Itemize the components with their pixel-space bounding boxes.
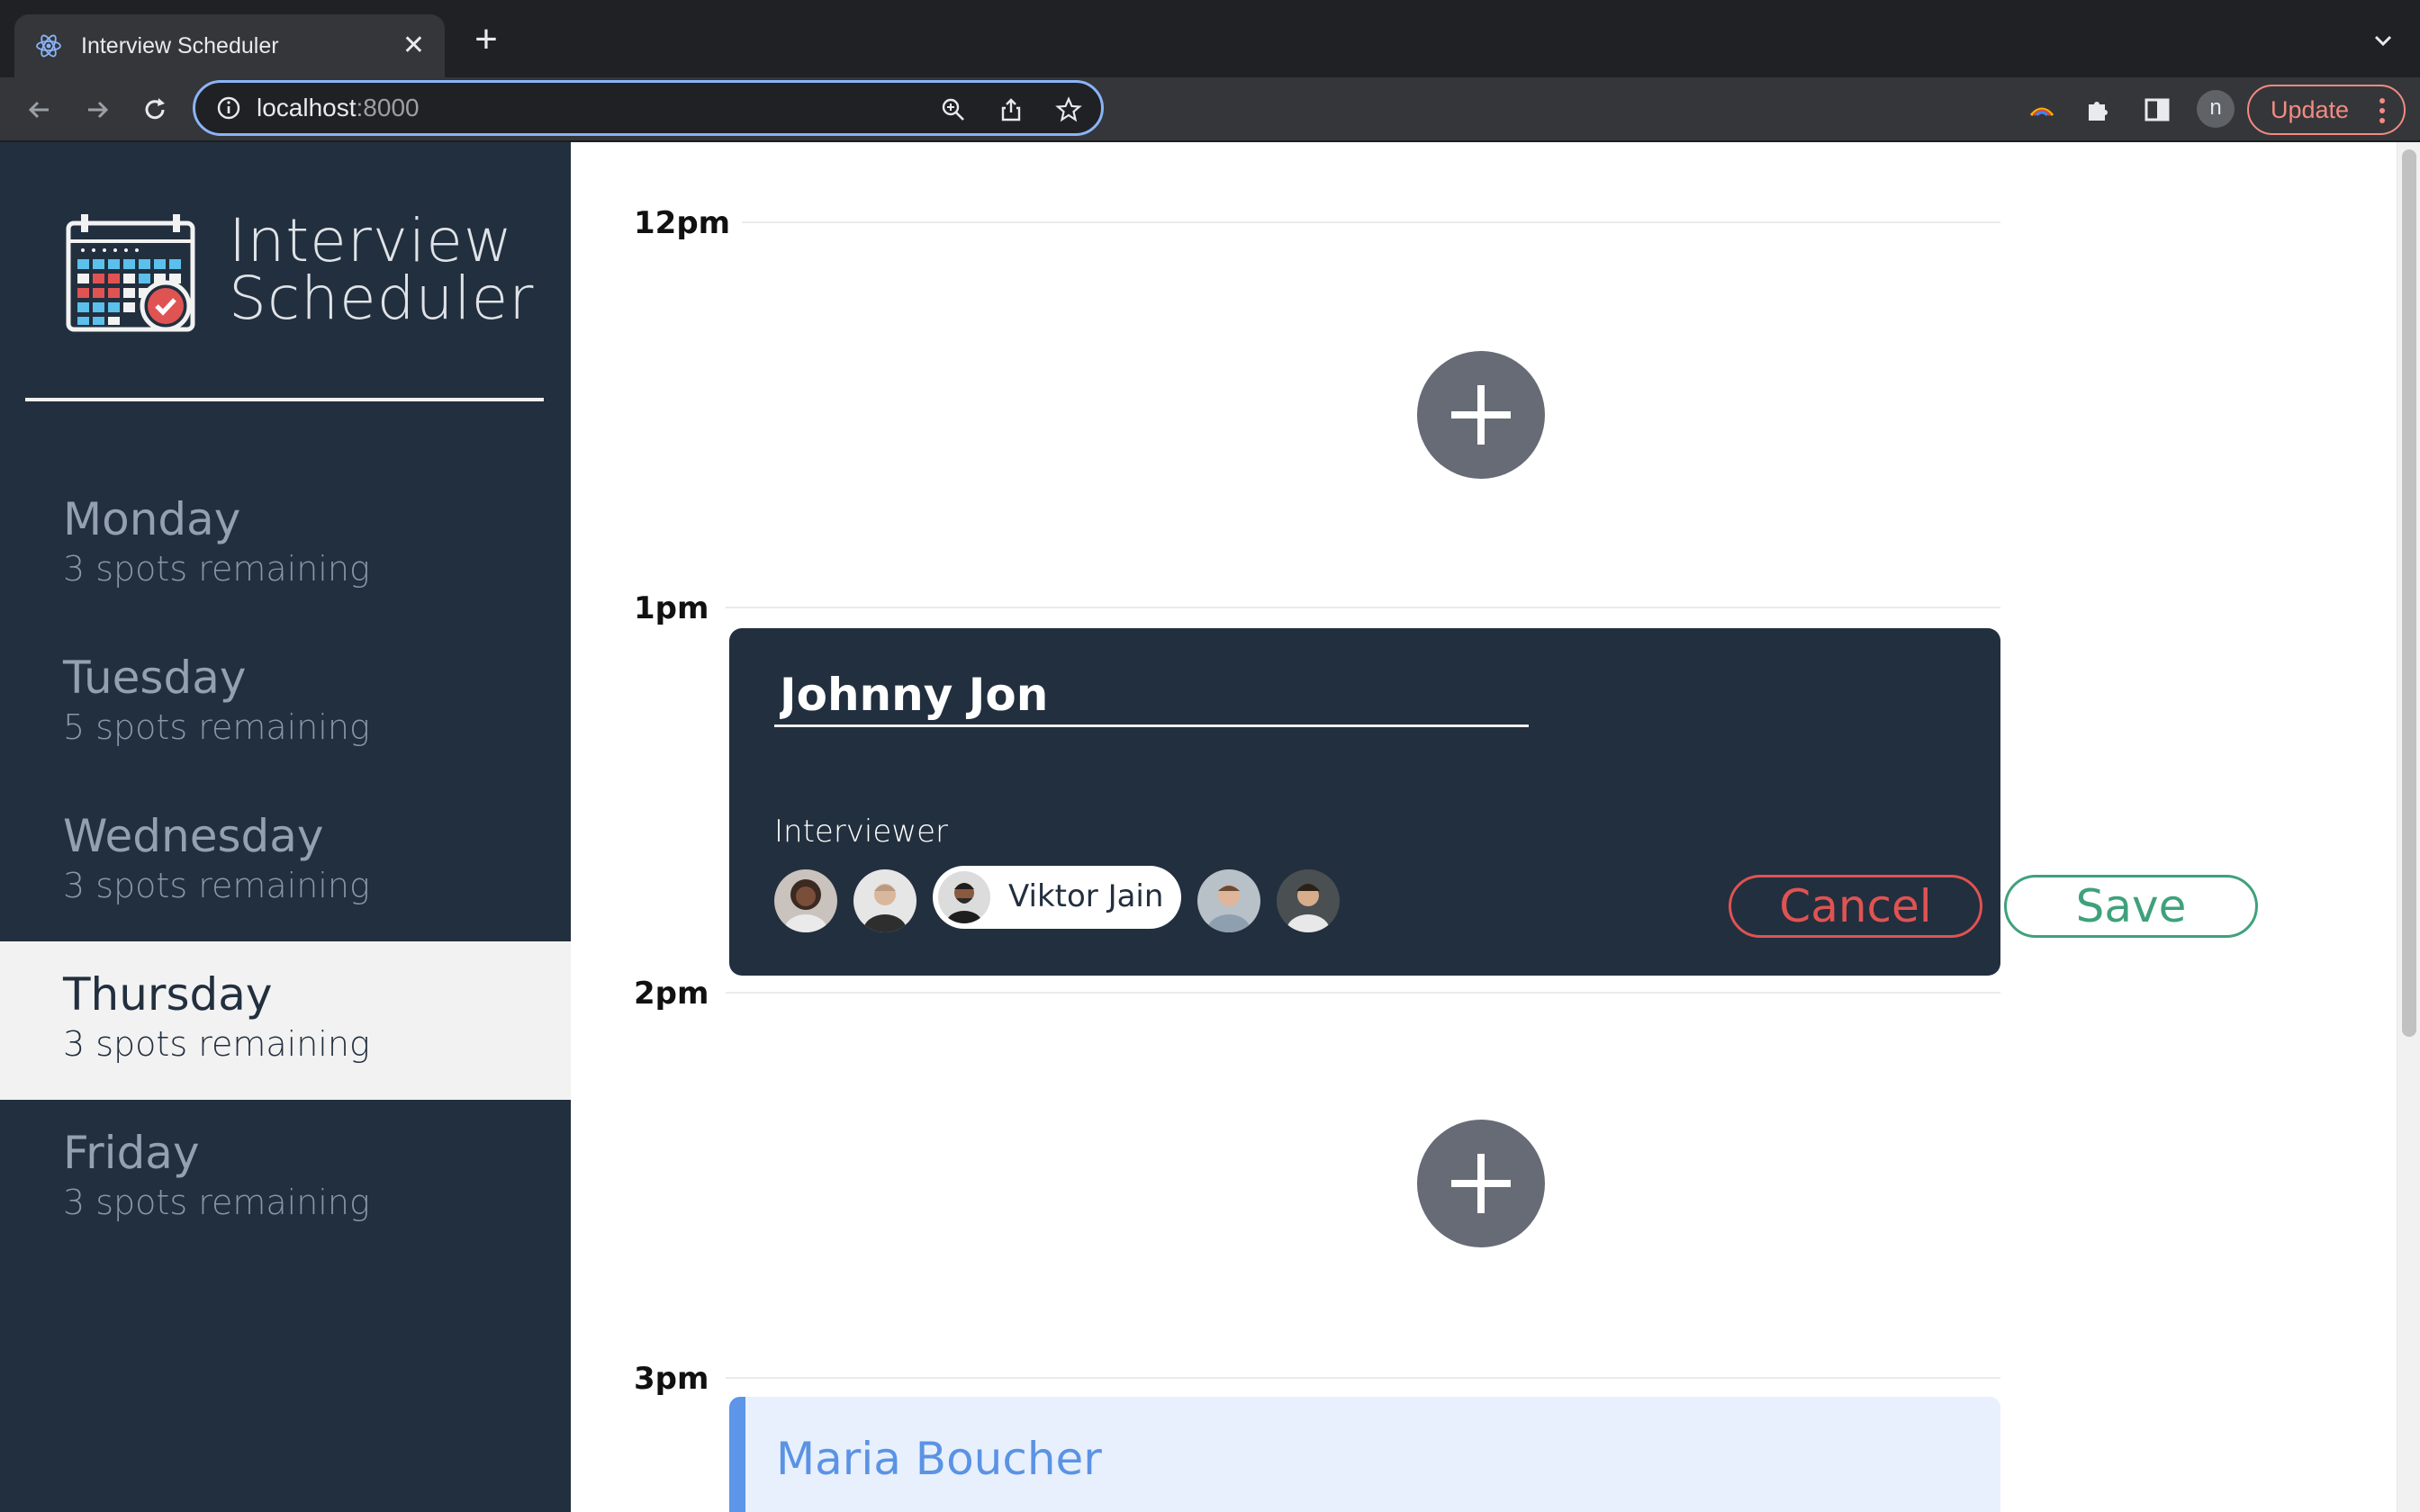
selected-interviewer-name: Viktor Jain [1008,878,1164,914]
interviewer-avatar-image [853,869,917,932]
interviewer-avatar[interactable] [1197,869,1260,932]
forward-icon[interactable] [81,94,113,126]
browser-toolbar: localhost:8000 n Update [0,77,2420,142]
zoom-icon[interactable] [939,95,968,124]
chevron-down-icon[interactable] [2370,27,2397,54]
browser-tab[interactable]: Interview Scheduler ✕ [14,14,445,77]
day-item-tuesday[interactable]: Tuesday 5 spots remaining [0,625,571,783]
interviewer-avatar [938,871,990,923]
tab-title: Interview Scheduler [81,32,279,58]
app-title-line1: Interview [229,206,513,275]
appointment-form: Interviewer [729,628,2258,976]
slot-divider [726,607,2000,608]
update-button[interactable]: Update [2247,85,2406,135]
app-title-line2: Scheduler [229,264,535,333]
day-spots: 3 spots remaining [63,549,370,589]
interviewer-avatar-image [1197,869,1260,932]
day-spots: 3 spots remaining [63,1024,370,1064]
day-item-friday[interactable]: Friday 3 spots remaining [0,1100,571,1258]
scrollbar[interactable] [2397,142,2420,1512]
share-icon[interactable] [997,95,1025,124]
update-label: Update [2271,95,2350,123]
schedule: 12pm 1pm Interviewer [571,142,2397,1512]
slot-time: 1pm [634,590,709,626]
day-item-monday[interactable]: Monday 3 spots remaining [0,466,571,625]
day-spots: 5 spots remaining [63,707,370,747]
url-host: localhost [257,94,357,122]
reload-icon[interactable] [139,94,171,126]
puzzle-extensions-icon[interactable] [2081,94,2114,126]
bookmark-star-icon[interactable] [1054,95,1083,124]
day-name: Monday [63,493,241,545]
day-spots: 3 spots remaining [63,866,370,905]
info-icon[interactable] [215,94,242,122]
save-button[interactable]: Save [2004,875,2258,938]
interviewer-selected[interactable]: Viktor Jain [933,866,1181,929]
day-spots: 3 spots remaining [63,1183,370,1222]
profile-avatar[interactable]: n [2197,90,2235,128]
interviewer-label: Interviewer [774,814,948,850]
back-icon[interactable] [23,94,56,126]
interviewer-avatar[interactable] [853,869,917,932]
slot-time: 3pm [634,1361,709,1397]
react-icon [36,34,61,58]
scrollbar-thumb[interactable] [2402,149,2416,1037]
interviewer-avatar[interactable] [774,869,837,932]
slot-divider [742,221,2000,223]
booked-student-name: Maria Boucher [776,1433,1102,1485]
student-name-input[interactable] [774,664,1529,727]
address-bar[interactable]: localhost:8000 [193,80,1104,136]
day-list: Monday 3 spots remaining Tuesday 5 spots… [0,466,571,1258]
plus-icon [1451,385,1511,445]
sidebar: Interview Scheduler Monday 3 spots remai… [0,142,571,1512]
slot-divider [726,992,2000,994]
url-port: :8000 [356,94,420,122]
plus-icon [1451,1154,1511,1213]
interviewer-avatar-image [938,871,990,923]
app-title: Interview Scheduler [229,212,534,328]
slot-time: 12pm [634,205,731,241]
day-name: Friday [63,1127,200,1179]
day-name: Thursday [63,968,273,1021]
extension-rainbow-icon[interactable] [2026,94,2058,126]
slot-time: 2pm [634,976,709,1012]
close-tab-icon[interactable]: ✕ [402,32,425,59]
day-name: Tuesday [63,652,247,704]
interviewer-avatar-image [1277,869,1340,932]
side-panel-icon[interactable] [2141,94,2173,126]
browser-tab-bar: Interview Scheduler ✕ + [0,0,2420,77]
more-menu-icon [2379,98,2385,123]
add-appointment-button[interactable] [1417,1120,1545,1247]
new-tab-icon[interactable]: + [468,20,504,59]
sidebar-divider [25,398,544,401]
day-item-wednesday[interactable]: Wednesday 3 spots remaining [0,783,571,941]
booked-appointment[interactable]: Maria Boucher [729,1397,2000,1512]
add-appointment-button[interactable] [1417,351,1545,479]
interviewer-avatar[interactable] [1277,869,1340,932]
interviewer-avatar-image [774,869,837,932]
day-item-thursday[interactable]: Thursday 3 spots remaining [0,941,571,1100]
cancel-button[interactable]: Cancel [1729,875,1982,938]
slot-divider [726,1377,2000,1379]
day-name: Wednesday [63,810,324,862]
calendar-logo-icon [66,214,195,332]
